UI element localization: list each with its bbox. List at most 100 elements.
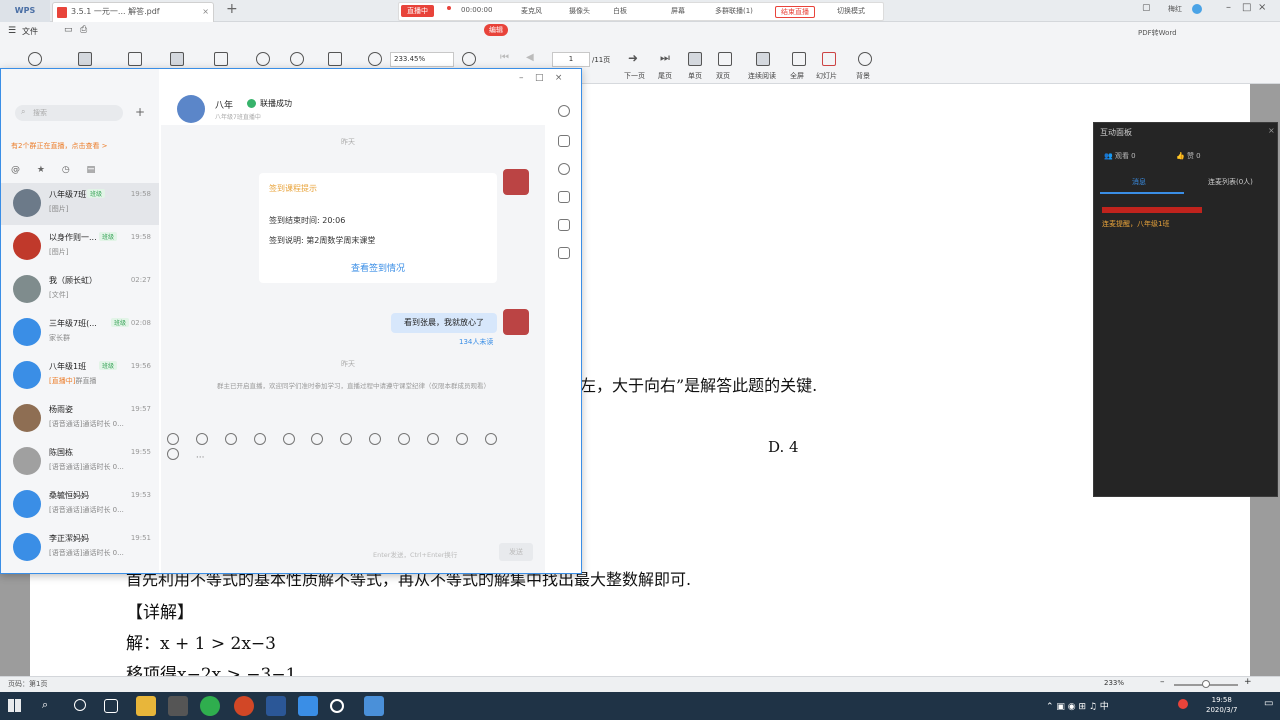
conversation-item[interactable]: 八年级7班 班级 19:58 [图片]: [1, 183, 159, 225]
scissors-icon[interactable]: [253, 433, 266, 445]
sticker-icon[interactable]: [195, 433, 208, 445]
close-icon[interactable]: ×: [555, 73, 563, 83]
settings-icon[interactable]: [330, 699, 344, 713]
end-live-button[interactable]: 结束直播: [775, 6, 815, 18]
restore-icon[interactable]: ▢: [1142, 3, 1151, 13]
app-icon[interactable]: [364, 696, 384, 716]
conversation-item[interactable]: 李正潔妈妈 19:51 [语音通话]通话时长 0...: [1, 527, 159, 569]
history-icon[interactable]: ◷: [62, 165, 70, 175]
view-icon[interactable]: [170, 52, 184, 66]
continuous-read-icon[interactable]: [756, 52, 770, 66]
user-name[interactable]: 梅红: [1168, 4, 1182, 14]
live-icon[interactable]: [558, 247, 570, 259]
contacts-icon[interactable]: ▤: [87, 165, 96, 175]
camera-button[interactable]: 摄像头: [569, 6, 590, 16]
new-tab-button[interactable]: +: [226, 1, 238, 17]
notifications-icon[interactable]: ▭: [1264, 698, 1273, 709]
open-icon[interactable]: ▭: [64, 25, 73, 35]
conversation-item[interactable]: 八年级1班 班级 19:56 [直播中]群直播: [1, 355, 159, 397]
clock[interactable]: 19:58 2020/3/7: [1206, 695, 1237, 715]
background-label[interactable]: 背景: [856, 71, 870, 81]
task-icon[interactable]: [369, 433, 382, 445]
conversation-item[interactable]: 杨雨姿 19:57 [语音通话]通话时长 0...: [1, 398, 159, 440]
star-icon[interactable]: ★: [37, 165, 45, 175]
select-tool-icon[interactable]: [78, 52, 92, 66]
mention-icon[interactable]: [282, 433, 295, 445]
view-checkin-button[interactable]: 查看签到情况: [259, 261, 497, 274]
zoom-out-icon[interactable]: –: [1160, 677, 1165, 687]
maximize-icon[interactable]: □: [1242, 2, 1251, 13]
search-icon[interactable]: ⌕: [42, 698, 48, 712]
hand-tool-icon[interactable]: [28, 52, 42, 66]
mail-icon[interactable]: [484, 433, 497, 445]
group-avatar[interactable]: [177, 95, 205, 123]
continuous-read-label[interactable]: 连续阅读: [748, 71, 776, 81]
tab-connect-list[interactable]: 连麦列表(0人): [1208, 177, 1253, 187]
screenshot-icon[interactable]: [328, 52, 342, 66]
rotate-page-icon[interactable]: [214, 52, 228, 66]
word-icon[interactable]: [266, 696, 286, 716]
app-icon[interactable]: [168, 696, 188, 716]
zoom-slider-handle[interactable]: [1202, 680, 1210, 688]
dingtalk-icon[interactable]: [298, 696, 318, 716]
menu-icon[interactable]: ☰: [8, 26, 16, 36]
whiteboard-button[interactable]: 白板: [613, 6, 627, 16]
wechat-icon[interactable]: [200, 696, 220, 716]
unread-count-link[interactable]: 134人未读: [459, 337, 493, 347]
message-bubble[interactable]: 看到张晨，我就放心了: [391, 313, 497, 333]
conversation-item[interactable]: 陈国栋 19:55 [语音通话]通话时长 0...: [1, 441, 159, 483]
first-page-icon[interactable]: ⏮: [500, 52, 509, 63]
conversation-item[interactable]: 桑毓恒妈妈 19:53 [语音通话]通话时长 0...: [1, 484, 159, 526]
app-icon[interactable]: [398, 433, 410, 445]
document-tab[interactable]: 3.5.1 一元一... 解答.pdf ×: [52, 2, 214, 22]
next-page-icon[interactable]: ➜: [628, 51, 638, 65]
history-icon[interactable]: [558, 163, 570, 175]
add-button[interactable]: +: [135, 105, 145, 119]
slideshow-label[interactable]: 幻灯片: [816, 71, 837, 81]
folder-icon[interactable]: [558, 191, 570, 203]
file-menu[interactable]: 文件: [22, 26, 38, 37]
search-input[interactable]: ⌕ 搜索: [15, 105, 123, 121]
switch-mode-button[interactable]: 切换模式: [837, 6, 865, 16]
fullscreen-label[interactable]: 全屏: [790, 71, 804, 81]
conversation-item[interactable]: 我（顾长虹） 02:27 [文件]: [1, 269, 159, 311]
page-number-input[interactable]: 1: [552, 52, 590, 67]
tray-icons[interactable]: ⌃ ▣ ◉ ⊞ ♫ 中: [1046, 699, 1109, 712]
close-tab-icon[interactable]: ×: [202, 3, 209, 21]
phone-icon[interactable]: [426, 433, 439, 445]
print-icon[interactable]: ⎙: [80, 25, 87, 35]
like-icon[interactable]: [224, 433, 237, 445]
fullscreen-icon[interactable]: [792, 52, 806, 66]
start-icon[interactable]: [8, 699, 21, 712]
zoom-in-icon[interactable]: +: [1244, 677, 1252, 687]
conversation-item[interactable]: 以身作则一... 班级 19:58 [图片]: [1, 226, 159, 268]
announcement-icon[interactable]: [558, 219, 570, 231]
screen-button[interactable]: 屏幕: [671, 6, 685, 16]
single-page-icon[interactable]: [688, 52, 702, 66]
add-member-icon[interactable]: [558, 135, 570, 147]
live-notice-link[interactable]: 有2个群正在直播，点击查看 >: [11, 141, 108, 151]
mic-button[interactable]: 麦克风: [521, 6, 542, 16]
edit-mode-pill[interactable]: 编辑: [484, 24, 508, 36]
video-icon[interactable]: [455, 433, 468, 445]
emoji-icon[interactable]: [167, 433, 179, 445]
double-page-label[interactable]: 双页: [716, 71, 730, 81]
zoom-level-input[interactable]: 233.45%: [390, 52, 454, 67]
wps-home-tab[interactable]: WPS: [0, 0, 50, 22]
file-explorer-icon[interactable]: [136, 696, 156, 716]
close-icon[interactable]: ×: [1268, 126, 1275, 135]
at-icon[interactable]: @: [11, 165, 20, 175]
send-button[interactable]: 发送: [499, 543, 533, 561]
multi-group-button[interactable]: 多群联播(1): [715, 6, 753, 16]
conversation-item[interactable]: 三年级7班(... 班级 02:08 家长群: [1, 312, 159, 354]
sender-avatar[interactable]: [503, 309, 529, 335]
prev-page-icon[interactable]: ◀: [526, 52, 534, 63]
tray-app-icon[interactable]: [1178, 699, 1188, 709]
next-page-label[interactable]: 下一页: [624, 71, 645, 81]
sender-avatar[interactable]: [503, 169, 529, 195]
task-view-icon[interactable]: [104, 699, 118, 713]
minimize-icon[interactable]: –: [1226, 2, 1231, 13]
text-select-icon[interactable]: [128, 52, 142, 66]
tab-messages[interactable]: 消息: [1132, 177, 1146, 187]
background-icon[interactable]: [858, 52, 872, 66]
